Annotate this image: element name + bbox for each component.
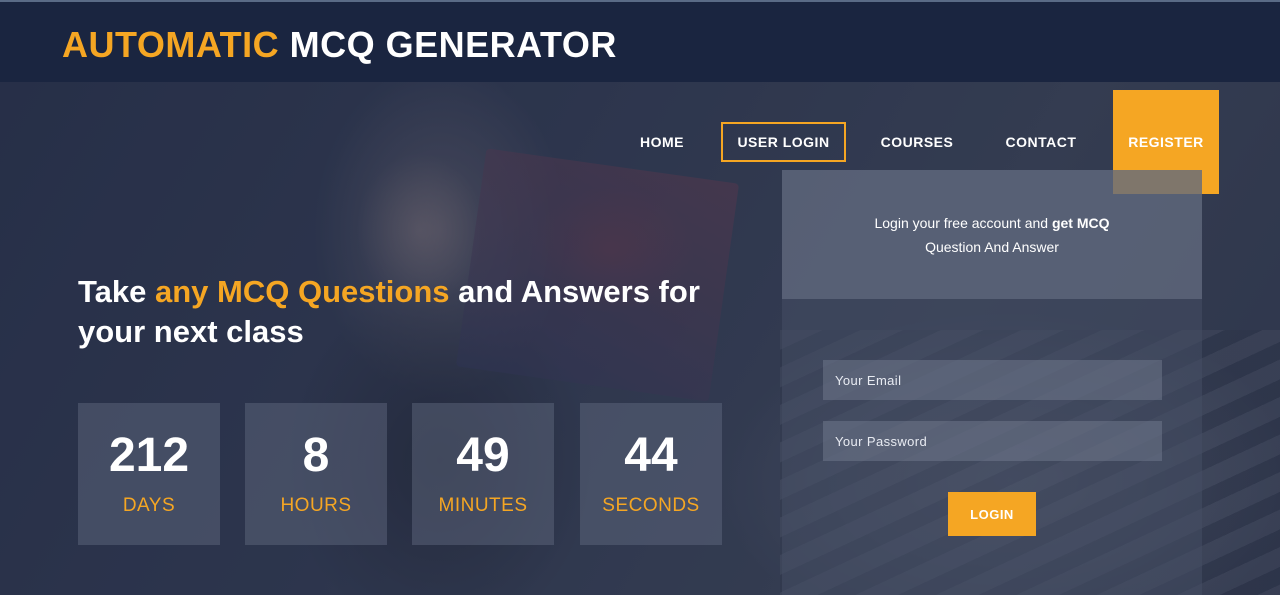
login-panel-intro: Login your free account and get MCQ Ques…	[782, 170, 1202, 299]
brand-accent-text: AUTOMATIC	[62, 24, 280, 65]
countdown-hours: 8 HOURS	[245, 403, 387, 545]
top-header: AUTOMATIC MCQ GENERATOR	[0, 0, 1280, 82]
password-field[interactable]	[823, 421, 1162, 461]
headline-highlight: any MCQ Questions	[154, 274, 450, 309]
nav-courses-link[interactable]: COURSES	[868, 122, 966, 162]
brand-rest-text: MCQ GENERATOR	[289, 24, 617, 65]
main-nav: HOME USER LOGIN COURSES CONTACT	[0, 122, 1280, 162]
login-button[interactable]: LOGIN	[948, 492, 1036, 536]
login-panel: Login your free account and get MCQ Ques…	[782, 170, 1202, 595]
headline-start: Take	[78, 274, 155, 309]
countdown-minutes-value: 49	[456, 429, 510, 482]
countdown-days: 212 DAYS	[78, 403, 220, 545]
nav-contact-link[interactable]: CONTACT	[992, 122, 1090, 162]
countdown-days-value: 212	[108, 429, 190, 482]
intro-bold-text: get MCQ	[1051, 215, 1110, 231]
countdown-minutes: 49 MINUTES	[412, 403, 554, 545]
countdown-days-label: DAYS	[122, 495, 176, 516]
register-button-label: REGISTER	[1128, 134, 1204, 150]
countdown-hours-value: 8	[302, 429, 330, 482]
email-field[interactable]	[823, 360, 1162, 400]
countdown-seconds: 44 SECONDS	[580, 403, 722, 545]
brand-logo[interactable]: AUTOMATIC MCQ GENERATOR	[62, 24, 617, 66]
countdown-seconds-value: 44	[624, 429, 678, 482]
nav-user-login-link[interactable]: USER LOGIN	[721, 122, 846, 162]
intro-text: Login your free account and	[874, 215, 1052, 231]
countdown-hours-label: HOURS	[280, 495, 352, 516]
intro-line-two: Question And Answer	[925, 239, 1059, 255]
hero-headline: Take any MCQ Questions and Answers for y…	[78, 272, 758, 352]
countdown-seconds-label: SECONDS	[602, 495, 700, 516]
nav-home-link[interactable]: HOME	[626, 122, 698, 162]
countdown-minutes-label: MINUTES	[438, 495, 528, 516]
